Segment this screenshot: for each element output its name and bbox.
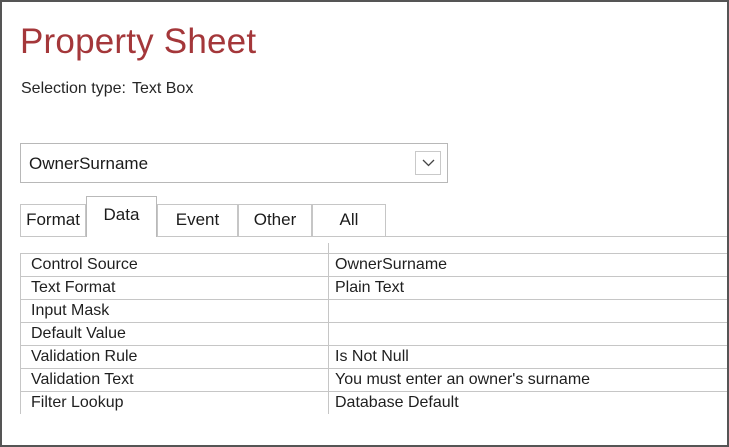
object-selector-combobox[interactable]: OwnerSurname — [20, 143, 448, 183]
property-name: Validation Rule — [21, 346, 329, 368]
property-value[interactable] — [329, 300, 727, 322]
tab-all[interactable]: All — [312, 204, 386, 236]
grid-column-divider — [328, 243, 329, 253]
property-tabs: Format Data Event Other All — [20, 196, 727, 237]
property-sheet-window: Property Sheet Selection type: Text Box O… — [0, 0, 729, 447]
property-row-validation-text[interactable]: Validation Text You must enter an owner'… — [20, 368, 727, 391]
property-name: Filter Lookup — [21, 392, 329, 414]
tab-other[interactable]: Other — [238, 204, 312, 236]
property-value[interactable]: You must enter an owner's surname — [329, 369, 727, 391]
property-row-control-source[interactable]: Control Source OwnerSurname — [20, 253, 727, 276]
property-row-filter-lookup[interactable]: Filter Lookup Database Default — [20, 391, 727, 414]
property-value[interactable]: OwnerSurname — [329, 254, 727, 276]
property-name: Input Mask — [21, 300, 329, 322]
tab-event[interactable]: Event — [157, 204, 238, 236]
object-selector-dropdown-button[interactable] — [415, 151, 441, 175]
selection-type-line: Selection type: Text Box — [21, 80, 193, 98]
property-name: Validation Text — [21, 369, 329, 391]
selection-type-value: Text Box — [131, 80, 194, 97]
property-value[interactable]: Database Default — [329, 392, 727, 414]
property-name: Text Format — [21, 277, 329, 299]
chevron-down-icon — [422, 159, 435, 167]
property-row-text-format[interactable]: Text Format Plain Text — [20, 276, 727, 299]
property-name: Control Source — [21, 254, 329, 276]
property-name: Default Value — [21, 323, 329, 345]
selection-type-label: Selection type: — [21, 80, 126, 97]
property-value[interactable]: Plain Text — [329, 277, 727, 299]
property-row-validation-rule[interactable]: Validation Rule Is Not Null — [20, 345, 727, 368]
tab-format[interactable]: Format — [20, 204, 86, 236]
tab-data[interactable]: Data — [86, 196, 157, 237]
property-value[interactable] — [329, 323, 727, 345]
property-sheet-title: Property Sheet — [20, 22, 257, 61]
property-row-default-value[interactable]: Default Value — [20, 322, 727, 345]
property-value[interactable]: Is Not Null — [329, 346, 727, 368]
property-row-input-mask[interactable]: Input Mask — [20, 299, 727, 322]
object-selector-value: OwnerSurname — [29, 154, 149, 173]
